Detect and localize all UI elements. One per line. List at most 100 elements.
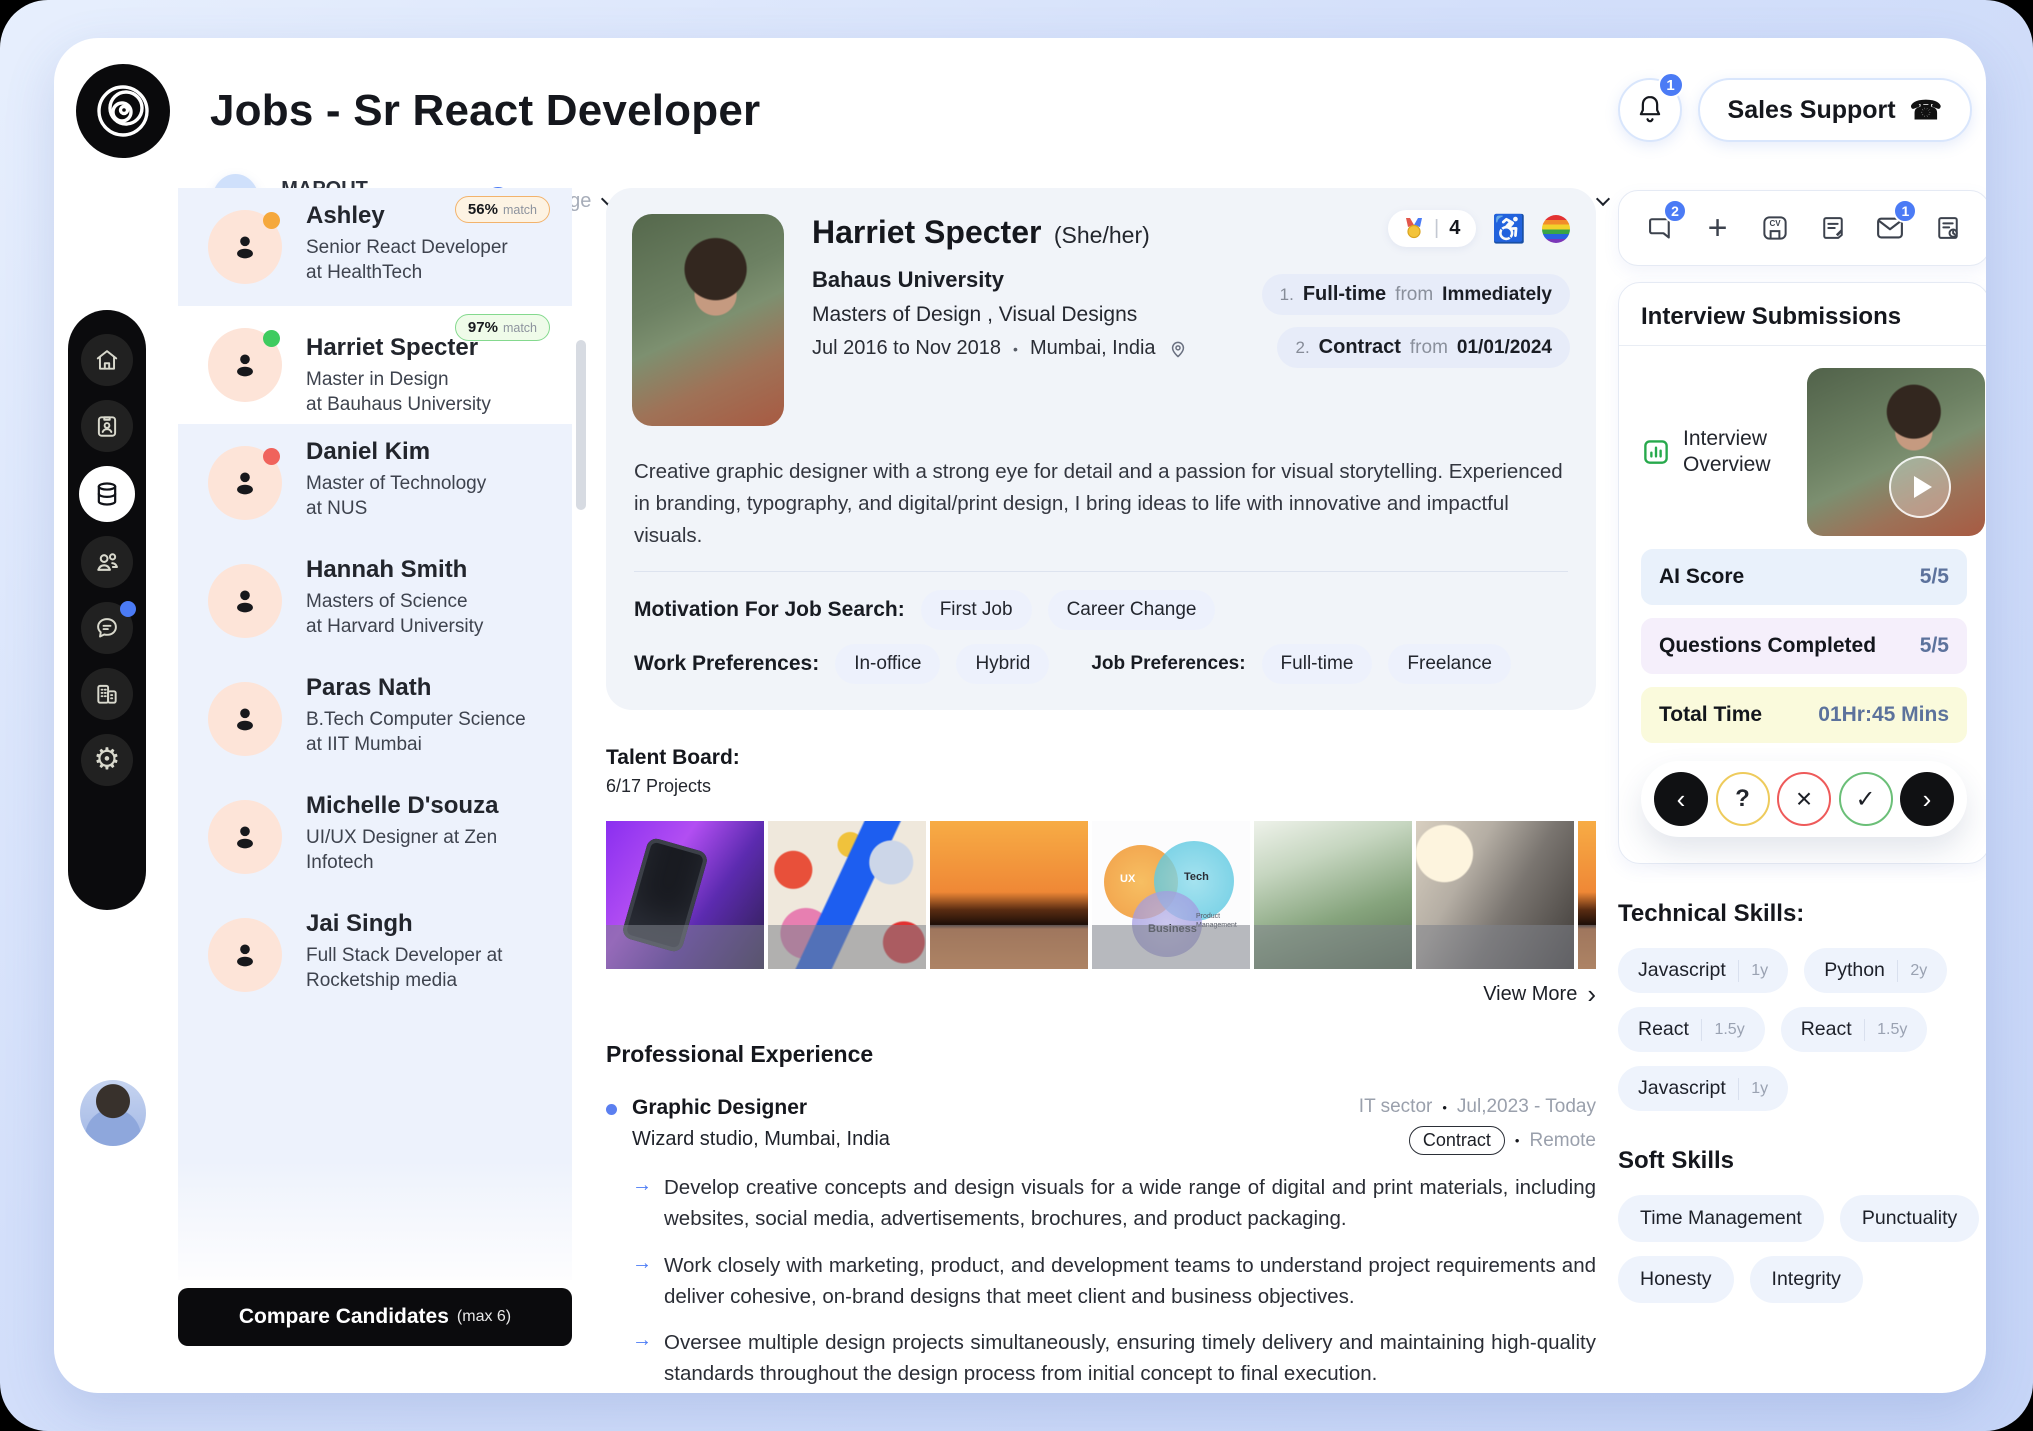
nav-team[interactable] xyxy=(81,536,133,588)
experience-header: Graphic Designer Wizard studio, Mumbai, … xyxy=(632,1096,1596,1155)
profile-university: Bahaus University xyxy=(812,267,1238,293)
candidate-org: Rocketship media xyxy=(306,968,554,993)
schedule-button[interactable] xyxy=(1931,211,1965,245)
candidate-avatar xyxy=(208,210,282,284)
availability-from: from xyxy=(1410,337,1448,359)
profile-dates: Jul 2016 to Nov 2018 • Mumbai, India xyxy=(812,337,1238,360)
brand-logo-icon xyxy=(76,64,170,158)
soft-skill-pill: Punctuality xyxy=(1840,1195,1979,1242)
comments-button[interactable]: 2 xyxy=(1643,211,1677,245)
availability-type: Full-time xyxy=(1303,283,1386,306)
save-cv-button[interactable]: CV xyxy=(1758,211,1792,245)
motivation-row: Motivation For Job Search: First Job Car… xyxy=(634,590,1568,630)
skill-years: 2y xyxy=(1910,962,1927,980)
add-button[interactable]: + xyxy=(1701,211,1735,245)
availability-value: 01/01/2024 xyxy=(1457,337,1552,359)
project-thumbnail[interactable] xyxy=(1416,821,1574,969)
compare-note: (max 6) xyxy=(457,1308,511,1326)
skill-name: Javascript xyxy=(1638,1077,1726,1100)
candidate-org: at Bauhaus University xyxy=(306,392,554,417)
project-thumbnail[interactable] xyxy=(1578,821,1596,969)
play-icon xyxy=(1914,476,1932,498)
nav-candidates[interactable] xyxy=(81,400,133,452)
candidate-subtitle: Master of Technology at NUS xyxy=(306,471,554,521)
bullet-text: Oversee multiple design projects simulta… xyxy=(664,1328,1596,1390)
nav-companies[interactable] xyxy=(81,668,133,720)
project-thumbnail[interactable] xyxy=(930,821,1088,969)
availability-value: Immediately xyxy=(1442,284,1552,306)
sales-support-button[interactable]: Sales Support ☎ xyxy=(1698,78,1972,142)
play-button[interactable] xyxy=(1889,456,1951,518)
candidate-list: 56% match Ashley Senior React Developer … xyxy=(178,188,572,1280)
location-pin-icon xyxy=(1168,339,1188,359)
list-scrollbar[interactable] xyxy=(576,340,586,510)
candidate-row-hannah[interactable]: Hannah Smith Masters of Science at Harva… xyxy=(178,542,572,660)
interview-overview-left: Interview Overview xyxy=(1641,426,1793,479)
app-frame: Jobs - Sr React Developer 1 Sales Suppor… xyxy=(0,0,2033,1431)
match-badge: 97% match xyxy=(455,314,550,341)
reject-button[interactable]: × xyxy=(1777,772,1831,826)
nav-database-active[interactable] xyxy=(79,466,135,522)
profile-photo xyxy=(632,214,784,426)
divider xyxy=(634,571,1568,572)
candidate-role: UI/UX Designer at Zen xyxy=(306,825,554,850)
question-button[interactable]: ? xyxy=(1716,772,1770,826)
skill-name: Javascript xyxy=(1638,959,1726,982)
candidate-row-michelle[interactable]: Michelle D'souza UI/UX Designer at Zen I… xyxy=(178,778,572,896)
project-thumbnail[interactable] xyxy=(606,821,764,969)
previous-button[interactable]: ‹ xyxy=(1654,772,1708,826)
candidate-row-harriet-selected[interactable]: 97% match Harriet Specter Master in Desi… xyxy=(178,306,572,424)
candidate-org: at Harvard University xyxy=(306,614,554,639)
nav-settings[interactable]: ⚙ xyxy=(81,734,133,786)
notifications-button[interactable]: 1 xyxy=(1618,78,1682,142)
timeline-dot xyxy=(606,1104,617,1115)
next-button[interactable]: › xyxy=(1900,772,1954,826)
project-thumbnail-venn[interactable]: UX Tech Business Product Management xyxy=(1092,821,1250,969)
compare-candidates-button[interactable]: Compare Candidates (max 6) xyxy=(178,1288,572,1346)
candidate-subtitle: Master in Design at Bauhaus University xyxy=(306,367,554,417)
person-icon xyxy=(228,702,262,736)
candidate-row-ashley[interactable]: 56% match Ashley Senior React Developer … xyxy=(178,188,572,306)
accessibility-icon: ♿ xyxy=(1492,213,1526,245)
candidate-row-jai[interactable]: Jai Singh Full Stack Developer at Rocket… xyxy=(178,896,572,1014)
approve-button[interactable]: ✓ xyxy=(1839,772,1893,826)
candidate-org: Infotech xyxy=(306,850,554,875)
bullet-item: → Develop creative concepts and design v… xyxy=(632,1173,1596,1235)
candidate-role: Senior React Developer xyxy=(306,235,554,260)
users-icon xyxy=(94,549,121,576)
job-sector: IT sector xyxy=(1359,1096,1433,1118)
stat-label: AI Score xyxy=(1659,565,1744,589)
chevron-left-icon: ‹ xyxy=(1677,784,1686,815)
project-thumbnail[interactable] xyxy=(768,821,926,969)
interview-video-thumbnail[interactable] xyxy=(1807,368,1985,536)
preferences-row: Work Preferences: In-office Hybrid Job P… xyxy=(634,644,1568,684)
venn-label-pm: Product Management xyxy=(1196,913,1236,930)
phone-icon: ☎ xyxy=(1910,95,1942,126)
view-more-label: View More xyxy=(1483,983,1577,1006)
job-preference-chip: Full-time xyxy=(1262,644,1373,684)
id-badge-icon xyxy=(94,413,120,439)
user-avatar[interactable] xyxy=(80,1080,146,1146)
plus-icon: + xyxy=(1708,211,1728,245)
right-panel: 2 + CV 1 xyxy=(1618,190,1986,1303)
profile-name: Harriet Specter xyxy=(812,214,1041,250)
close-icon: × xyxy=(1796,783,1812,815)
notes-button[interactable] xyxy=(1816,211,1850,245)
dot-separator: • xyxy=(1515,1133,1520,1148)
availability-index: 1. xyxy=(1280,285,1294,305)
messages-notification-dot xyxy=(120,601,136,617)
dot-separator: • xyxy=(1013,341,1018,357)
medal-icon xyxy=(1404,218,1424,240)
project-thumbnail[interactable] xyxy=(1254,821,1412,969)
header-actions: 1 Sales Support ☎ xyxy=(1618,78,1972,142)
skill-pill: React 1.5y xyxy=(1781,1007,1928,1052)
email-button[interactable]: 1 xyxy=(1873,211,1907,245)
candidate-row-daniel[interactable]: Daniel Kim Master of Technology at NUS xyxy=(178,424,572,542)
view-more-link[interactable]: View More › xyxy=(606,981,1596,1007)
nav-home[interactable] xyxy=(81,334,133,386)
nav-messages[interactable] xyxy=(81,602,133,654)
candidate-row-paras[interactable]: Paras Nath B.Tech Computer Science at II… xyxy=(178,660,572,778)
candidate-avatar xyxy=(208,918,282,992)
chevron-down-icon xyxy=(1596,191,1610,205)
candidate-avatar xyxy=(208,328,282,402)
